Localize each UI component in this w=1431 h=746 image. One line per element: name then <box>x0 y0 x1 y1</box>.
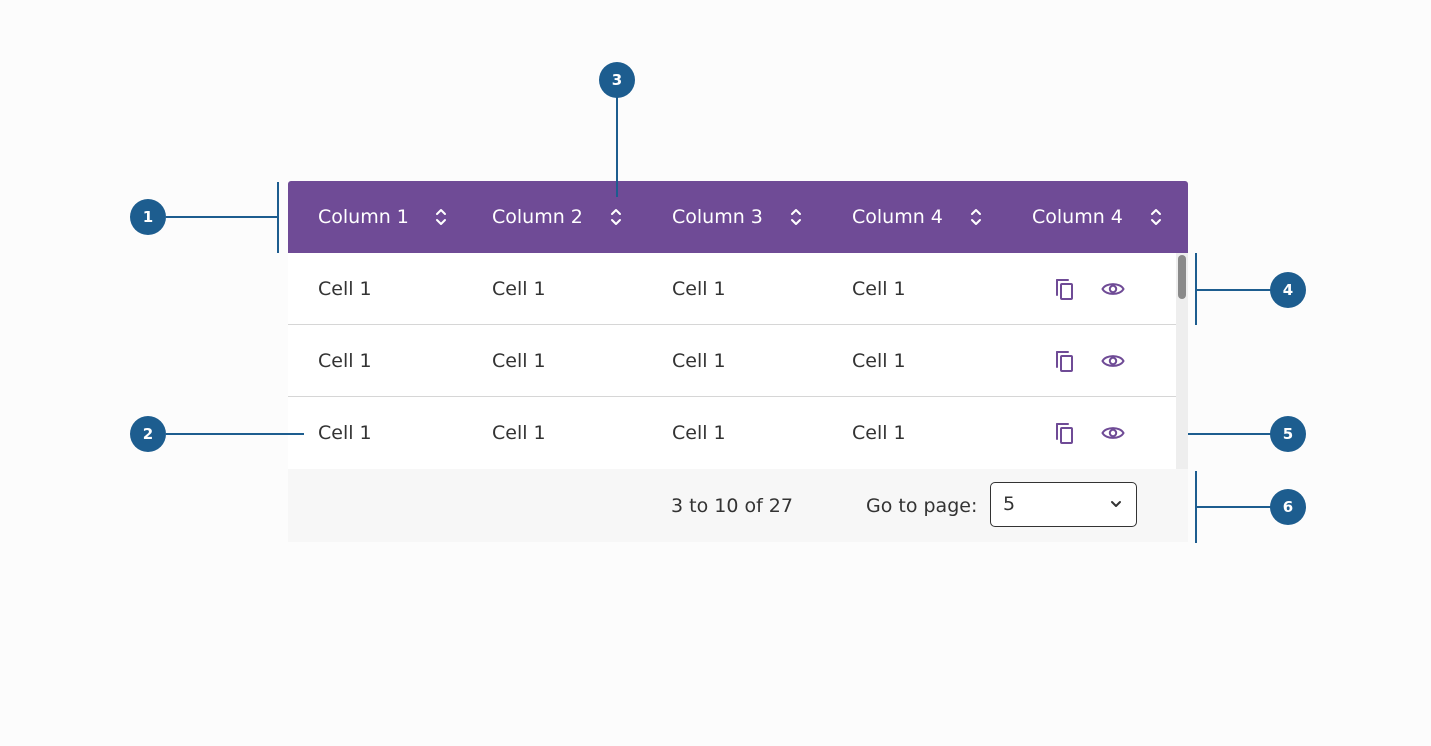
sort-icon[interactable] <box>434 205 448 229</box>
data-table: Column 1 Column 2 Column 3 Column 4 Colu… <box>288 181 1188 542</box>
table-cell: Cell 1 <box>672 422 726 444</box>
pagination-range: 3 to 10 of 27 <box>671 494 793 517</box>
table-cell: Cell 1 <box>318 422 372 444</box>
table-cell: Cell 1 <box>672 350 726 372</box>
vertical-scrollbar[interactable] <box>1176 253 1188 469</box>
column-header-label: Column 3 <box>672 206 763 228</box>
table-row: Cell 1 Cell 1 Cell 1 Cell 1 <box>288 253 1176 325</box>
column-header-3[interactable]: Column 3 <box>672 181 763 253</box>
sort-icon[interactable] <box>789 205 803 229</box>
column-header-label: Column 4 <box>852 206 943 228</box>
table-cell: Cell 1 <box>318 350 372 372</box>
column-header-label: Column 4 <box>1032 206 1123 228</box>
column-header-4[interactable]: Column 4 <box>852 181 943 253</box>
chevron-down-icon <box>1111 501 1121 507</box>
table-row: Cell 1 Cell 1 Cell 1 Cell 1 <box>288 397 1176 469</box>
go-to-page-label: Go to page: <box>866 494 978 517</box>
scrollbar-thumb[interactable] <box>1178 255 1186 299</box>
callout-leader-line <box>166 216 278 218</box>
table-body: Cell 1 Cell 1 Cell 1 Cell 1 Cell 1 Cell … <box>288 253 1176 469</box>
callout-leader-line <box>1188 433 1271 435</box>
callout-leader-line <box>1195 506 1271 508</box>
page-select-value: 5 <box>1003 493 1016 515</box>
eye-icon[interactable] <box>1101 277 1125 301</box>
callout-leader-line <box>616 97 618 197</box>
page-select[interactable]: 5 <box>990 482 1137 527</box>
column-header-label: Column 1 <box>318 206 409 228</box>
sort-icon[interactable] <box>969 205 983 229</box>
callout-marker: 2 <box>130 416 166 452</box>
column-header-label: Column 2 <box>492 206 583 228</box>
callout-leader-line <box>1195 289 1271 291</box>
sort-icon[interactable] <box>1149 205 1163 229</box>
callout-marker: 5 <box>1270 416 1306 452</box>
callout-marker: 1 <box>130 199 166 235</box>
eye-icon[interactable] <box>1101 421 1125 445</box>
table-cell: Cell 1 <box>492 350 546 372</box>
table-cell: Cell 1 <box>852 278 906 300</box>
table-header: Column 1 Column 2 Column 3 Column 4 Colu… <box>288 181 1188 253</box>
table-cell: Cell 1 <box>852 422 906 444</box>
table-cell: Cell 1 <box>492 422 546 444</box>
column-header-5[interactable]: Column 4 <box>1032 181 1123 253</box>
callout-bracket <box>277 182 279 253</box>
table-cell: Cell 1 <box>492 278 546 300</box>
table-cell: Cell 1 <box>318 278 372 300</box>
copy-icon[interactable] <box>1053 277 1077 301</box>
column-header-1[interactable]: Column 1 <box>318 181 409 253</box>
eye-icon[interactable] <box>1101 349 1125 373</box>
callout-marker: 4 <box>1270 272 1306 308</box>
table-cell: Cell 1 <box>852 350 906 372</box>
table-cell: Cell 1 <box>672 278 726 300</box>
callout-marker: 6 <box>1270 489 1306 525</box>
callout-leader-line <box>166 433 304 435</box>
pagination-footer: 3 to 10 of 27 Go to page: 5 <box>288 469 1188 542</box>
callout-marker: 3 <box>599 62 635 98</box>
sort-icon[interactable] <box>609 205 623 229</box>
copy-icon[interactable] <box>1053 421 1077 445</box>
table-row: Cell 1 Cell 1 Cell 1 Cell 1 <box>288 325 1176 397</box>
column-header-2[interactable]: Column 2 <box>492 181 583 253</box>
copy-icon[interactable] <box>1053 349 1077 373</box>
